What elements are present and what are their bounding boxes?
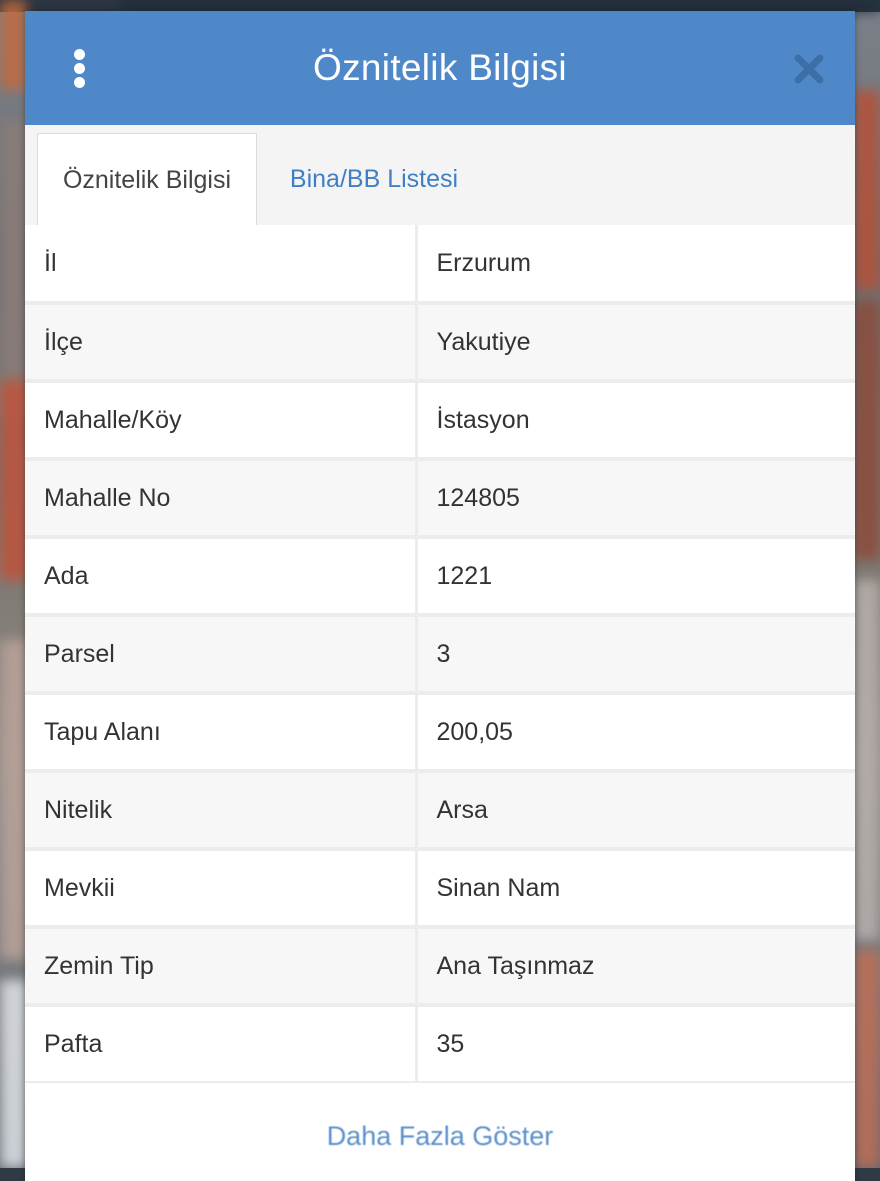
table-row: İl Erzurum [25,225,855,305]
attribute-key: Parsel [25,615,418,695]
table-row: Zemin Tip Ana Taşınmaz [25,927,855,1007]
table-row: Mevkii Sinan Nam [25,849,855,929]
attribute-value: 124805 [416,459,855,539]
dialog-footer: Daha Fazla Göster [25,1083,855,1181]
attribute-key: İlçe [25,303,418,383]
table-row: Nitelik Arsa [25,771,855,851]
attribute-value: Ana Taşınmaz [416,927,855,1007]
attribute-key: Nitelik [25,771,418,851]
close-icon[interactable] [789,49,829,89]
attribute-key: Pafta [25,1005,418,1085]
attribute-value: Sinan Nam [416,849,855,929]
table-row: İlçe Yakutiye [25,303,855,383]
attribute-key: Tapu Alanı [25,693,418,773]
attribute-key: Ada [25,537,418,617]
table-row: Mahalle No 124805 [25,459,855,539]
attribute-table: İl Erzurum İlçe Yakutiye Mahalle/Köy İst… [25,225,855,1085]
attribute-value: İstasyon [416,381,855,461]
show-more-link[interactable]: Daha Fazla Göster [25,1121,855,1152]
table-row: Tapu Alanı 200,05 [25,693,855,773]
attribute-key: Mahalle No [25,459,418,539]
attribute-value: 35 [416,1005,855,1085]
attribute-key: Zemin Tip [25,927,418,1007]
tab-building-list[interactable]: Bina/BB Listesi [267,133,481,225]
table-row: Pafta 35 [25,1005,855,1085]
dialog-header: Öznitelik Bilgisi [25,11,855,125]
table-row: Mahalle/Köy İstasyon [25,381,855,461]
tab-bar: Öznitelik Bilgisi Bina/BB Listesi [25,125,855,227]
table-row: Ada 1221 [25,537,855,617]
attribute-value: 200,05 [416,693,855,773]
attribute-value: Arsa [416,771,855,851]
attribute-key: Mevkii [25,849,418,929]
attribute-key: İl [25,225,418,305]
attribute-value: 3 [416,615,855,695]
dialog-title: Öznitelik Bilgisi [313,47,567,88]
tab-attribute-info[interactable]: Öznitelik Bilgisi [37,133,257,225]
attribute-value: 1221 [416,537,855,617]
attribute-dialog: Öznitelik Bilgisi Öznitelik Bilgisi Bina… [25,11,855,1181]
attribute-value: Yakutiye [416,303,855,383]
attribute-key: Mahalle/Köy [25,381,418,461]
attribute-value: Erzurum [416,225,855,305]
table-row: Parsel 3 [25,615,855,695]
